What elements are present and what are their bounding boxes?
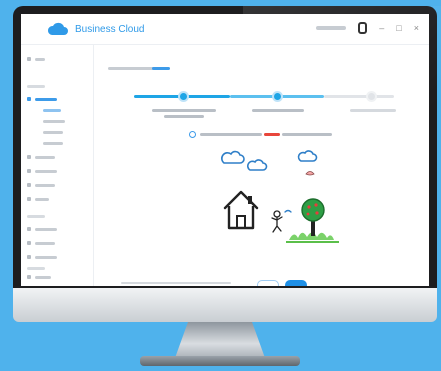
folder-icon xyxy=(27,97,31,101)
notice-text-end xyxy=(282,133,332,136)
step-3-caption xyxy=(350,109,396,112)
cloud-icon xyxy=(246,159,268,171)
step-1-caption-line2 xyxy=(164,115,204,118)
monitor-stand-base xyxy=(140,356,300,366)
illustration xyxy=(221,150,339,243)
list-icon xyxy=(27,183,31,187)
cloud-icon xyxy=(297,150,318,162)
sidebar-item[interactable] xyxy=(27,169,57,173)
sidebar-group-label xyxy=(27,215,45,218)
sidebar-item-label xyxy=(35,169,57,173)
list-icon xyxy=(27,227,31,231)
sidebar-item-label xyxy=(35,197,49,201)
app-window: Business Cloud – □ × xyxy=(21,14,429,286)
footer-text xyxy=(121,282,231,284)
list-icon xyxy=(27,241,31,245)
brand-name: Business Cloud xyxy=(75,23,145,35)
main-content xyxy=(94,45,429,286)
notice-highlight xyxy=(264,133,280,136)
sidebar-item-home[interactable] xyxy=(27,57,45,61)
sidebar-item[interactable] xyxy=(27,197,49,201)
step-2-marker xyxy=(272,91,283,102)
step-1-marker xyxy=(178,91,189,102)
step-2-caption xyxy=(252,109,304,112)
sidebar-item-label xyxy=(35,183,55,187)
monitor-chin xyxy=(13,288,437,322)
topbar-right: – □ × xyxy=(316,22,419,34)
house-icon xyxy=(223,190,259,230)
tree-icon xyxy=(301,198,325,236)
sidebar-item-label xyxy=(35,155,55,159)
sidebar-item[interactable] xyxy=(27,241,55,245)
close-button[interactable]: × xyxy=(414,23,419,33)
sidebar-group-label xyxy=(27,267,45,270)
list-icon xyxy=(27,155,31,159)
info-icon xyxy=(189,131,196,138)
minimize-button[interactable]: – xyxy=(379,23,384,33)
sidebar-item[interactable] xyxy=(27,275,51,279)
sidebar-subitem[interactable] xyxy=(43,131,63,134)
sidebar-subitem[interactable] xyxy=(43,142,63,145)
list-icon xyxy=(27,197,31,201)
notice-text xyxy=(200,133,262,136)
app-topbar: Business Cloud – □ × xyxy=(21,14,429,45)
user-avatar[interactable] xyxy=(358,22,368,34)
list-icon xyxy=(27,275,31,279)
list-icon xyxy=(27,255,31,259)
next-button[interactable] xyxy=(285,280,307,286)
sidebar-item[interactable] xyxy=(27,227,57,231)
sidebar-item-active[interactable] xyxy=(27,97,57,101)
sidebar-item-label xyxy=(35,255,57,259)
list-icon xyxy=(27,169,31,173)
cloud-icon xyxy=(47,22,68,35)
home-icon xyxy=(27,57,31,61)
sidebar-subitem[interactable] xyxy=(43,120,65,123)
sidebar-item-label xyxy=(35,275,51,279)
sidebar-item-label xyxy=(35,227,57,231)
user-name xyxy=(316,26,347,30)
cloud-icon xyxy=(221,150,245,164)
sidebar-item[interactable] xyxy=(27,183,55,187)
sidebar-item-label xyxy=(35,97,57,101)
maximize-button[interactable]: □ xyxy=(396,23,401,33)
sidebar-group-label xyxy=(27,85,45,88)
back-button[interactable] xyxy=(257,280,279,286)
monitor-stand xyxy=(175,322,265,358)
step-1-caption xyxy=(152,109,216,112)
sidebar-item-label xyxy=(35,241,55,245)
bird-icon xyxy=(305,171,315,176)
sidebar-item[interactable] xyxy=(27,255,57,259)
sidebar xyxy=(21,45,94,286)
breadcrumb-current[interactable] xyxy=(152,67,170,70)
sidebar-item-label xyxy=(35,57,45,61)
person-icon xyxy=(271,209,292,233)
monitor-bezel: Business Cloud – □ × xyxy=(13,6,441,294)
step-3-marker xyxy=(366,91,377,102)
sidebar-item[interactable] xyxy=(27,155,55,159)
step-track-todo xyxy=(324,95,394,98)
sidebar-subitem[interactable] xyxy=(43,109,61,112)
